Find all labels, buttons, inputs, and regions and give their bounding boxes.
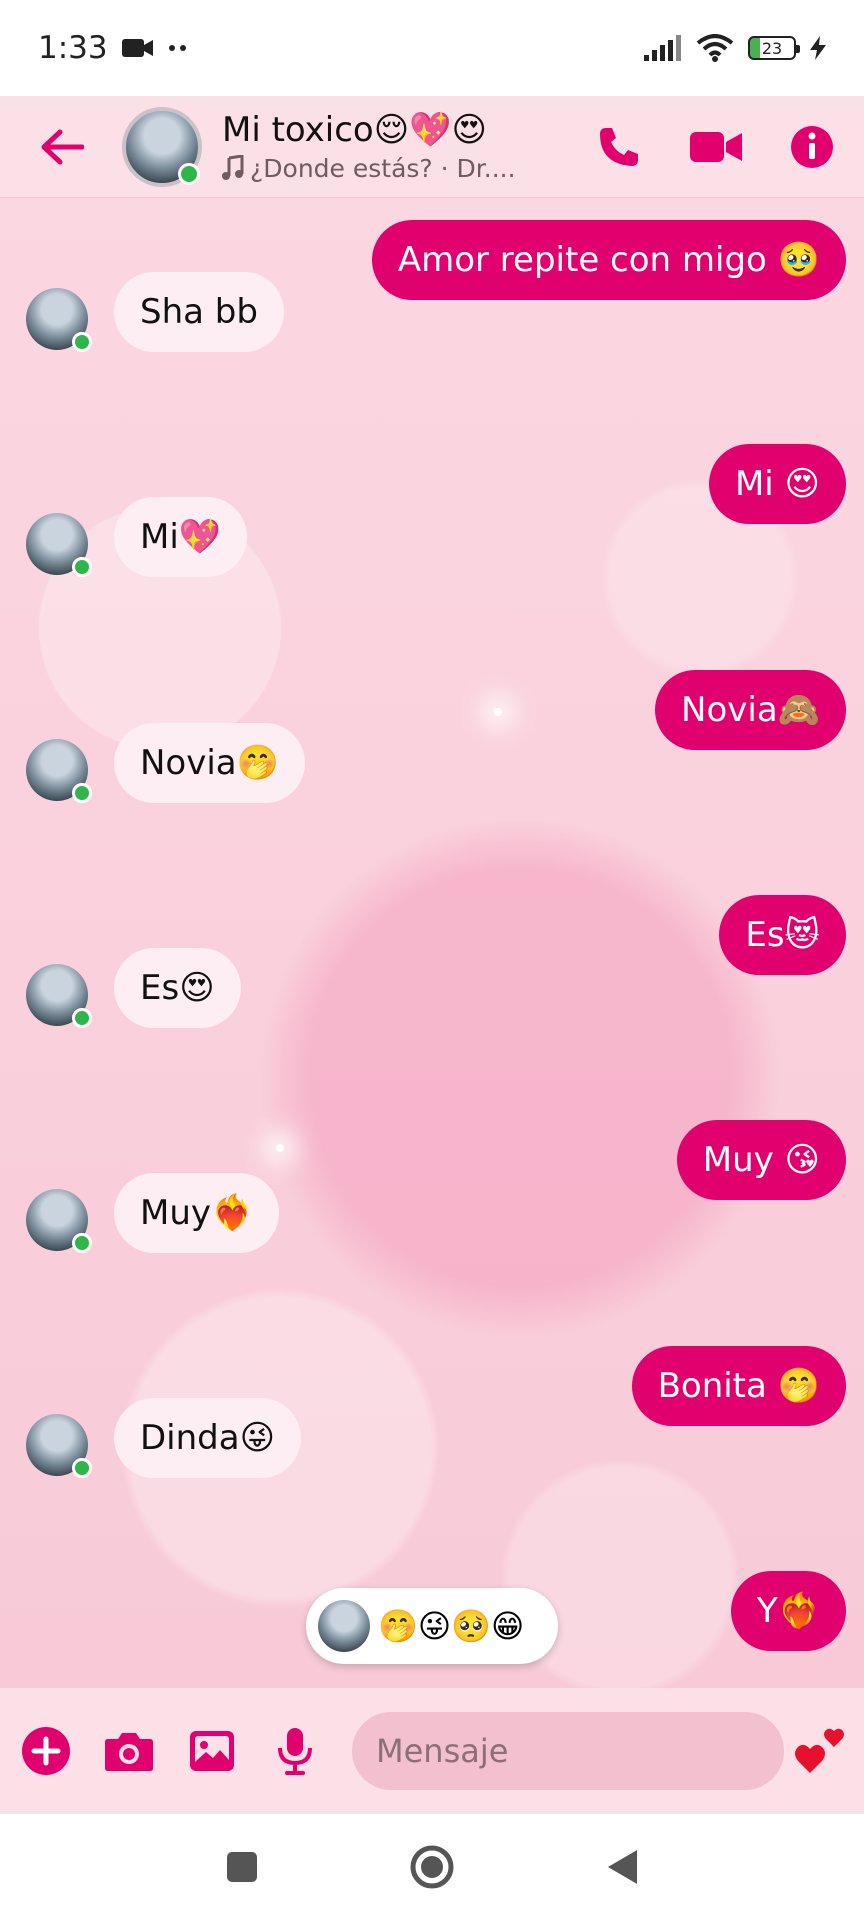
voice-message-button[interactable] [267, 1721, 322, 1781]
image-icon [189, 1731, 234, 1771]
message-bubble-received[interactable]: Novia🤭 [114, 723, 305, 803]
video-recording-icon [121, 39, 153, 57]
chat-header: Mi toxico😌💖😍 ¿Donde estás? · Dr.... [0, 96, 864, 198]
signal-icon [644, 35, 681, 61]
battery-indicator: 23 [748, 36, 800, 60]
info-icon [791, 125, 833, 168]
message-bubble-received[interactable]: Es😍 [114, 948, 241, 1028]
now-playing-text: ¿Donde estás? · Dr.... [250, 154, 516, 183]
back-button[interactable] [32, 129, 92, 165]
phone-icon [600, 127, 638, 166]
gallery-button[interactable] [184, 1721, 239, 1781]
message-row: Novia🤭 [0, 723, 864, 803]
hearts-icon [795, 1728, 844, 1773]
contact-avatar-small[interactable] [26, 288, 92, 352]
contact-avatar-small[interactable] [26, 1189, 92, 1253]
contact-avatar-small[interactable] [26, 1414, 92, 1478]
message-bubble-received[interactable]: Dinda😜 [114, 1398, 302, 1478]
camera-icon [104, 1733, 153, 1771]
message-row: Mi💖 [0, 497, 864, 577]
recent-apps-icon[interactable] [225, 1850, 259, 1884]
system-nav-bar [0, 1814, 864, 1920]
contact-info[interactable]: Mi toxico😌💖😍 ¿Donde estás? · Dr.... [222, 110, 552, 183]
chat-area[interactable]: Amor repite con migo 🥹 Sha bb Mi 😍 Mi💖 N… [0, 198, 864, 1688]
message-row: Muy❤️‍🔥 [0, 1173, 864, 1253]
message-bubble-received[interactable]: Mi💖 [114, 497, 248, 577]
message-input[interactable] [376, 1732, 775, 1770]
online-status-dot [72, 1008, 92, 1028]
online-status-dot [178, 162, 200, 185]
arrow-left-icon [41, 129, 84, 164]
status-bar: 1:33 23 [0, 0, 864, 96]
reaction-bar[interactable]: 🤭😜🥺😁 [306, 1588, 558, 1664]
contact-avatar[interactable] [122, 106, 202, 187]
message-input-container[interactable] [352, 1712, 784, 1790]
voice-call-button[interactable] [596, 124, 642, 170]
charging-bolt-icon [810, 36, 826, 60]
info-button[interactable] [790, 125, 834, 169]
home-icon[interactable] [409, 1844, 455, 1890]
contact-name: Mi toxico😌💖😍 [222, 110, 487, 150]
plus-circle-icon [21, 1727, 70, 1775]
message-row: Dinda😜 [0, 1398, 864, 1478]
wifi-icon [696, 34, 734, 62]
online-status-dot [72, 557, 92, 577]
message-row: Sha bb [0, 272, 864, 352]
message-bubble-received[interactable]: Sha bb [114, 272, 284, 352]
message-composer [0, 1688, 864, 1814]
quick-reaction-button[interactable] [794, 1723, 846, 1779]
reactor-avatar [318, 1600, 370, 1652]
message-bubble-received[interactable]: Muy❤️‍🔥 [114, 1173, 280, 1253]
contact-avatar-small[interactable] [26, 513, 92, 577]
online-status-dot [72, 1458, 92, 1478]
contact-avatar-small[interactable] [26, 964, 92, 1028]
now-playing: ¿Donde estás? · Dr.... [222, 154, 552, 183]
reaction-emojis: 🤭😜🥺😁 [378, 1607, 525, 1645]
add-button[interactable] [18, 1721, 73, 1781]
online-status-dot [72, 332, 92, 352]
more-dots-icon [168, 45, 186, 51]
status-time: 1:33 [38, 30, 108, 66]
video-camera-icon [690, 131, 742, 162]
back-triangle-icon[interactable] [605, 1848, 639, 1886]
message-bubble-sent[interactable]: Y❤️‍🔥 [730, 1571, 846, 1651]
video-call-button[interactable] [690, 129, 742, 165]
online-status-dot [72, 783, 92, 803]
camera-button[interactable] [101, 1721, 156, 1781]
music-note-icon [222, 154, 244, 180]
contact-avatar-small[interactable] [26, 739, 92, 803]
message-row: Es😍 [0, 948, 864, 1028]
microphone-icon [277, 1728, 312, 1775]
online-status-dot [72, 1233, 92, 1253]
